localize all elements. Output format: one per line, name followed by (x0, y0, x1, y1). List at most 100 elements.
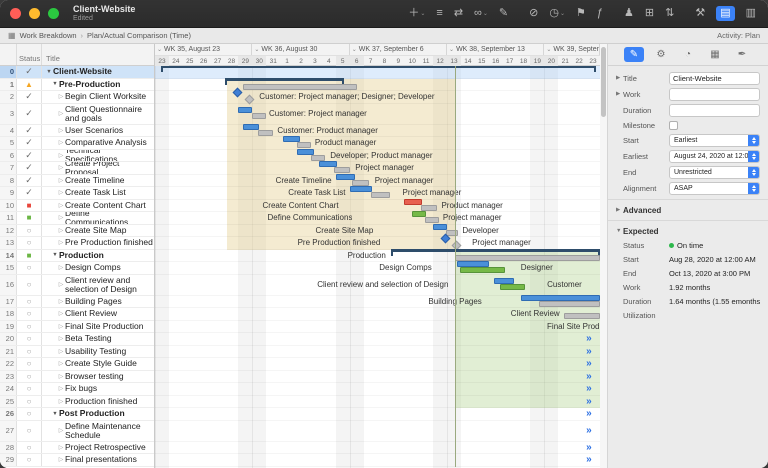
end-popup[interactable]: Unrestricted (669, 166, 760, 179)
disclosure-triangle-icon[interactable]: ▶ (616, 207, 623, 213)
duration-field[interactable] (669, 104, 760, 117)
week-collapse-icon[interactable]: ⌄ (157, 46, 162, 53)
gantt-bar-actual[interactable] (243, 84, 357, 90)
week-collapse-icon[interactable]: ⌄ (352, 46, 357, 53)
reorder-icon[interactable]: ⇄ (454, 8, 463, 19)
task-row[interactable]: 10■▷Create Content Chart (0, 200, 154, 213)
week-header-cell[interactable]: ⌄WK 37, September 6 (350, 44, 447, 55)
week-header-cell[interactable]: ⌄WK 36, August 30 (252, 44, 349, 55)
activity-indicator[interactable]: Activity: Plan (717, 31, 760, 40)
offscreen-task-arrow-icon[interactable]: » (586, 333, 592, 344)
task-row[interactable]: 3✓▷Client Questionnaire and goals (0, 104, 154, 125)
summary-bar[interactable] (161, 66, 596, 68)
task-row[interactable]: 5✓▷Comparative Analysis (0, 137, 154, 150)
task-row[interactable]: 17○▷Building Pages (0, 296, 154, 309)
disclosure-triangle-icon[interactable]: ▼ (51, 252, 59, 258)
task-row[interactable]: 13○▷Pre Production finished (0, 237, 154, 250)
gantt-bar-plan[interactable] (350, 186, 372, 192)
gantt-bar-plan[interactable] (500, 284, 525, 290)
gantt-bar-actual[interactable] (352, 180, 369, 186)
task-row[interactable]: 7✓▷Create Project Proposal (0, 162, 154, 175)
alignment-popup[interactable]: ASAP (669, 182, 760, 195)
gantt-bar-actual[interactable] (539, 301, 600, 307)
user-icon[interactable]: ♟ (624, 8, 634, 19)
scrollbar-thumb[interactable] (601, 47, 606, 117)
link-icon[interactable]: ∞⌄ (474, 8, 488, 19)
gantt-bar-actual[interactable] (311, 155, 325, 161)
title-column-header[interactable]: Title (42, 44, 154, 65)
report-inspector-tab[interactable]: ▦ (705, 47, 725, 62)
breadcrumb-section[interactable]: Work Breakdown (20, 31, 77, 40)
gantt-bar-plan[interactable] (404, 199, 422, 205)
gantt-bar-actual[interactable] (258, 130, 273, 136)
task-row[interactable]: 29○▷Final presentations (0, 454, 154, 467)
task-row[interactable]: 22○▷Create Style Guide (0, 358, 154, 371)
gantt-bar-plan[interactable] (412, 211, 426, 217)
panel-toggle-icon[interactable]: ▥ (746, 8, 756, 19)
gantt-bar-plan[interactable] (243, 124, 260, 130)
title-field[interactable]: Client-Website (669, 72, 760, 85)
gantt-bar-plan[interactable] (521, 295, 600, 301)
task-row[interactable]: 4✓▷User Scenarios (0, 125, 154, 138)
task-row[interactable]: 18○▷Client Review (0, 308, 154, 321)
gantt-bar-actual[interactable] (371, 192, 390, 198)
milestone-checkbox[interactable] (669, 121, 678, 130)
task-row[interactable]: 12○▷Create Site Map (0, 225, 154, 238)
task-row[interactable]: 11■▷Define Communications (0, 212, 154, 225)
work-field[interactable] (669, 88, 760, 101)
disclosure-triangle-icon[interactable]: ▶ (616, 91, 623, 97)
no-entry-icon[interactable]: ⊘ (529, 8, 538, 19)
task-row[interactable]: 16○▷Client review and selection of Desig… (0, 275, 154, 296)
offscreen-task-arrow-icon[interactable]: » (586, 408, 592, 419)
offscreen-task-arrow-icon[interactable]: » (586, 371, 592, 382)
gantt-bar-plan[interactable] (336, 174, 355, 180)
start-popup[interactable]: Earliest (669, 134, 760, 147)
week-collapse-icon[interactable]: ⌄ (449, 46, 454, 53)
vertical-scrollbar[interactable] (600, 44, 608, 468)
task-row[interactable]: 24○▷Fix bugs (0, 383, 154, 396)
task-row[interactable]: 8✓▷Create Timeline (0, 175, 154, 188)
add-icon[interactable]: ＋⌄ (408, 8, 425, 19)
offscreen-task-arrow-icon[interactable]: » (586, 358, 592, 369)
gantt-bar-plan[interactable] (297, 149, 314, 155)
disclosure-triangle-icon[interactable]: ▼ (45, 69, 53, 75)
assignments-inspector-tab[interactable]: ⚙ (651, 47, 671, 62)
offscreen-task-arrow-icon[interactable]: » (586, 383, 592, 394)
offscreen-task-arrow-icon[interactable]: » (586, 425, 592, 436)
gantt-bar-actual[interactable] (252, 113, 266, 119)
gantt-bar-actual[interactable] (334, 167, 349, 173)
task-row[interactable]: 25○▷Production finished (0, 396, 154, 409)
zoom-window-button[interactable] (48, 8, 59, 19)
offscreen-task-arrow-icon[interactable]: » (586, 454, 592, 465)
gantt-bar-actual[interactable] (421, 205, 438, 211)
tools-icon[interactable]: ⚒ (695, 8, 705, 19)
gantt-bar-plan[interactable] (238, 107, 252, 113)
flag-icon[interactable]: ⚑ (576, 8, 586, 19)
gantt-bar-plan[interactable] (433, 224, 447, 230)
task-row[interactable]: 20○▷Beta Testing (0, 333, 154, 346)
task-row[interactable]: 2✓▷Begin Client Worksite (0, 91, 154, 104)
task-row[interactable]: 0✓▼Client-Website (0, 66, 154, 79)
summary-bar[interactable] (225, 78, 345, 81)
disclosure-triangle-icon[interactable]: ▼ (51, 411, 59, 417)
gantt-bar-plan[interactable] (460, 267, 506, 273)
offscreen-task-arrow-icon[interactable]: » (586, 346, 592, 357)
gantt-bar-actual[interactable] (564, 313, 600, 319)
gantt-bar-actual[interactable] (297, 142, 311, 148)
function-icon[interactable]: ƒ (597, 8, 603, 19)
panel-toggle-active-icon[interactable]: ▤ (716, 6, 734, 21)
style-inspector-tab[interactable]: ✒ (732, 47, 752, 62)
outline-icon[interactable]: ≡ (436, 8, 442, 19)
week-collapse-icon[interactable]: ⌄ (546, 46, 551, 53)
minimize-window-button[interactable] (29, 8, 40, 19)
task-row[interactable]: 26○▼Post Production (0, 408, 154, 421)
task-row[interactable]: 19○▷Final Site Production (0, 321, 154, 334)
gantt-bar-actual[interactable] (425, 217, 439, 223)
week-collapse-icon[interactable]: ⌄ (254, 46, 259, 53)
disclosure-triangle-icon[interactable]: ▼ (616, 228, 623, 234)
clock-icon[interactable]: ◷⌄ (549, 8, 565, 19)
disclosure-triangle-icon[interactable]: ▶ (616, 75, 623, 81)
summary-bar[interactable] (391, 249, 600, 252)
task-row[interactable]: 1▲▼Pre-Production (0, 79, 154, 92)
offscreen-task-arrow-icon[interactable]: » (586, 396, 592, 407)
